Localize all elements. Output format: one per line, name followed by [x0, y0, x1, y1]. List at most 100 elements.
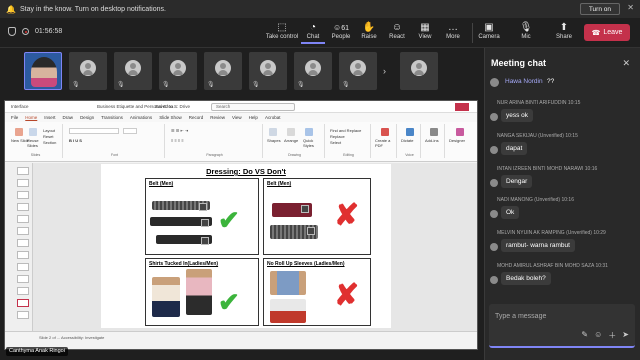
align-icon[interactable]: ≡ ≡ ≡ ≡ — [171, 138, 184, 143]
format-icon[interactable]: ✎ — [581, 330, 588, 341]
ribbon-group-label: Drawing — [288, 153, 301, 157]
participant-tile[interactable]: 🎙 — [204, 52, 242, 90]
tab-view[interactable]: View — [232, 115, 242, 120]
leave-button[interactable]: ☎ Leave — [584, 24, 630, 41]
slide-thumbnail[interactable] — [17, 179, 29, 187]
tab-insert[interactable]: Insert — [44, 115, 55, 120]
turn-on-notifications-button[interactable]: Turn on — [579, 3, 620, 15]
close-icon[interactable]: ✕ — [622, 58, 630, 69]
ppt-editor: Dressing: Do VS Don't Belt (Men) ✔ Belt … — [5, 163, 477, 341]
participant-tile[interactable]: 🎙 — [114, 52, 152, 90]
more-button[interactable]: … More — [435, 21, 471, 40]
tab-record[interactable]: Record — [189, 115, 204, 120]
avatar-icon — [350, 60, 366, 76]
quick-styles-button[interactable]: Quick Styles — [303, 138, 323, 148]
participant-tile-presenter[interactable] — [24, 52, 62, 90]
addins-button[interactable]: Add-ins — [425, 138, 439, 143]
panel-sleeves-dont: No Roll Up Sleeves (Ladies/Men) ✘ — [263, 258, 371, 326]
powerpoint-window: Interface Business Etiquette and Persona… — [4, 100, 478, 350]
cross-icon: ✘ — [334, 199, 360, 232]
meeting-timer: 01:56:58 — [35, 28, 63, 35]
tab-design[interactable]: Design — [80, 115, 94, 120]
designer-icon — [456, 128, 464, 136]
shapes-button[interactable]: Shapes — [267, 138, 281, 143]
font-name-select[interactable] — [69, 128, 119, 134]
tab-transitions[interactable]: Transitions — [101, 115, 123, 120]
slide-thumbnail[interactable] — [17, 251, 29, 259]
font-size-select[interactable] — [123, 128, 137, 134]
bullets-icon[interactable]: ☰ ☰ ⇤ ⇥ — [171, 128, 188, 133]
attach-icon[interactable]: ＋ — [608, 330, 616, 341]
belt-image — [156, 235, 212, 245]
mic-off-icon: 🎙 — [519, 22, 533, 33]
avatar-icon — [411, 60, 427, 76]
designer-button[interactable]: Designer — [449, 138, 465, 143]
participant-tile[interactable]: 🎙 — [294, 52, 332, 90]
arrange-button[interactable]: Arrange — [284, 138, 298, 143]
chat-bubble: Ok — [501, 206, 520, 219]
camera-button[interactable]: ▣ Camera — [471, 21, 507, 40]
tab-review[interactable]: Review — [210, 115, 225, 120]
participant-tile[interactable]: 🎙 — [69, 52, 107, 90]
slide-thumbnail[interactable] — [17, 215, 29, 223]
select-button[interactable]: Select — [330, 140, 341, 145]
mic-muted-icon: 🎙 — [342, 82, 350, 88]
slide-thumbnail[interactable] — [17, 311, 29, 319]
ppt-close-button[interactable] — [455, 103, 469, 111]
tab-animations[interactable]: Animations — [130, 115, 152, 120]
camera-icon: ▣ — [484, 22, 494, 33]
close-icon[interactable]: ✕ — [627, 3, 634, 12]
slide-thumbnail[interactable] — [17, 203, 29, 211]
chat-compose-box[interactable]: Type a message ✎ ☺ ＋ ➤ — [489, 304, 635, 348]
participant-tile[interactable]: 🎙 — [339, 52, 377, 90]
avatar — [490, 179, 498, 187]
message-input[interactable]: Type a message — [495, 313, 546, 320]
bold-icon[interactable]: B I U S — [69, 138, 82, 143]
tab-acrobat[interactable]: Acrobat — [265, 115, 281, 120]
ppt-search-input[interactable]: Search — [211, 103, 295, 111]
panel-label: Shirts Tucked In(Ladies/Men) — [149, 261, 219, 267]
chat-meta: INTAN IZREEN BINTI MOHD NARAWI 10:16 — [497, 166, 598, 172]
slide-thumbnail[interactable] — [17, 191, 29, 199]
slide-thumbnail[interactable] — [17, 275, 29, 283]
tab-slide-show[interactable]: Slide Show — [159, 115, 182, 120]
tab-help[interactable]: Help — [249, 115, 258, 120]
chevron-right-icon[interactable]: › — [383, 66, 386, 76]
slide-thumbnail[interactable] — [17, 239, 29, 247]
share-button[interactable]: ⬆ Share — [546, 21, 582, 40]
tab-home[interactable]: Home — [25, 115, 37, 120]
slide-thumbnail[interactable] — [17, 287, 29, 295]
slide-canvas[interactable]: Dressing: Do VS Don't Belt (Men) ✔ Belt … — [101, 164, 391, 328]
quick-styles-icon — [305, 128, 313, 136]
find-button[interactable]: Find and Replace — [330, 128, 361, 133]
avatar-icon — [80, 60, 96, 76]
ppt-saved-status: Saved to S: Drive — [155, 104, 191, 109]
layout-button[interactable]: Layout — [43, 128, 55, 133]
dictate-button[interactable]: Dictate — [401, 138, 413, 143]
chat-meta: MOHD AMIRUL ASHRAF BIN MOHD SAZA 10:31 — [497, 263, 608, 269]
slide-thumbnail[interactable] — [17, 227, 29, 235]
ppt-title-bar: Interface Business Etiquette and Persona… — [5, 101, 477, 113]
emoji-icon[interactable]: ☺ — [594, 330, 602, 341]
chat-meta: NADI MANONG (Unverified) 10:16 — [497, 197, 574, 203]
avatar — [490, 78, 499, 87]
slide-thumbnail-selected[interactable] — [17, 299, 29, 307]
section-button[interactable]: Section — [43, 140, 56, 145]
create-pdf-button[interactable]: Create a PDF — [375, 138, 395, 148]
slide-thumbnail[interactable] — [17, 167, 29, 175]
panel-shirts-do: Shirts Tucked In(Ladies/Men) ✔ — [145, 258, 259, 326]
reuse-slides-button[interactable]: Reuse Slides — [27, 138, 43, 148]
participant-tile[interactable] — [400, 52, 438, 90]
participant-tile[interactable]: 🎙 — [249, 52, 287, 90]
person-image — [186, 269, 212, 315]
replace-button[interactable]: Replace — [330, 134, 345, 139]
slide-thumbnail[interactable] — [17, 263, 29, 271]
participant-tile[interactable]: 🎙 — [159, 52, 197, 90]
meeting-toolbar: 01:56:58 ⬚ Take control ◔ Chat ☺61 Peopl… — [0, 18, 640, 48]
tab-draw[interactable]: Draw — [63, 115, 74, 120]
reset-button[interactable]: Reset — [43, 134, 53, 139]
tab-file[interactable]: File — [11, 115, 18, 120]
ribbon-group-drawing: Shapes Arrange Quick Styles Drawing — [265, 124, 325, 158]
send-icon[interactable]: ➤ — [622, 330, 629, 341]
mic-button[interactable]: 🎙 Mic — [508, 21, 544, 40]
